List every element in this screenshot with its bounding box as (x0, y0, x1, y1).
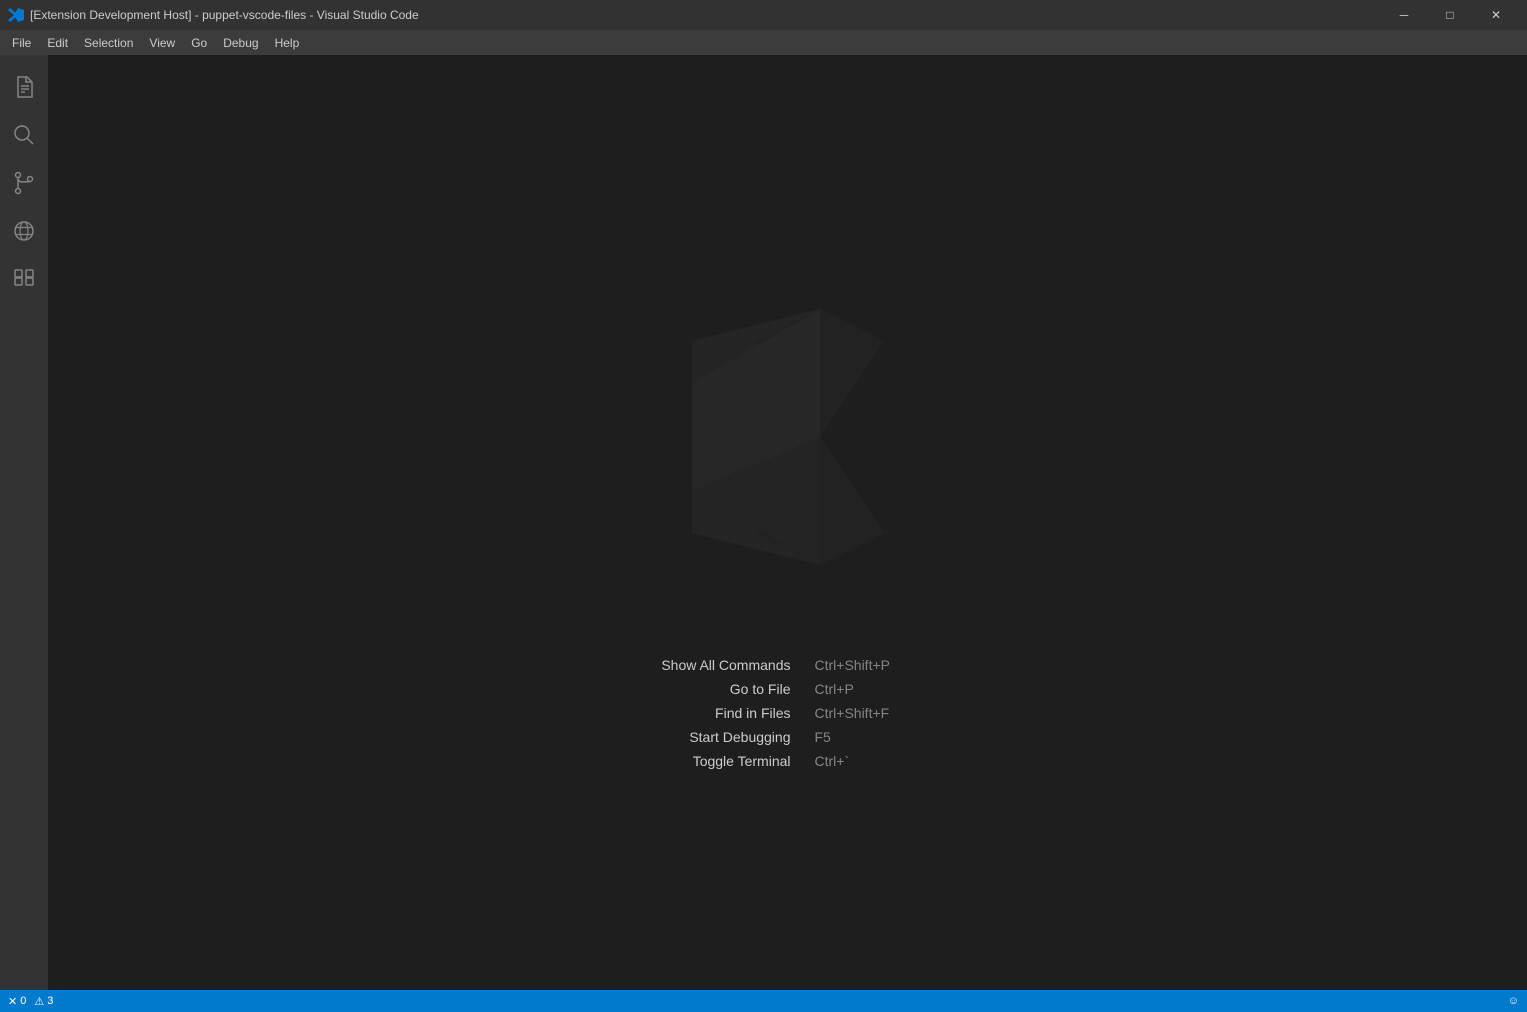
menu-item-selection[interactable]: Selection (76, 30, 141, 55)
files-icon[interactable] (0, 63, 48, 111)
menu-item-debug[interactable]: Debug (215, 30, 266, 55)
shortcut-row: Toggle Terminal Ctrl+` (631, 753, 945, 769)
errors-status[interactable]: ✕ 0 (8, 995, 26, 1008)
activity-bar (0, 55, 48, 990)
menu-item-file[interactable]: File (4, 30, 39, 55)
vscode-logo (628, 277, 948, 597)
warning-count: 3 (47, 995, 53, 1007)
editor-area: Show All Commands Ctrl+Shift+P Go to File C… (48, 55, 1527, 990)
shortcut-key: Ctrl+P (815, 681, 945, 697)
shortcut-key: Ctrl+Shift+P (815, 657, 945, 673)
shortcuts-list: Show All Commands Ctrl+Shift+P Go to File C… (631, 657, 945, 769)
status-bar: ✕ 0 ⚠ 3 ☺ (0, 990, 1527, 1012)
shortcut-key: F5 (815, 729, 945, 745)
main-area: Show All Commands Ctrl+Shift+P Go to File C… (0, 55, 1527, 990)
extensions-icon[interactable] (0, 255, 48, 303)
window-controls: ─ □ ✕ (1381, 0, 1519, 30)
shortcut-row: Start Debugging F5 (631, 729, 945, 745)
error-icon: ✕ (8, 995, 17, 1008)
source-control-icon[interactable] (0, 159, 48, 207)
shortcut-label: Toggle Terminal (631, 753, 791, 769)
maximize-button[interactable]: □ (1427, 0, 1473, 30)
warnings-status[interactable]: ⚠ 3 (34, 995, 53, 1008)
title-bar: [Extension Development Host] - puppet-vs… (0, 0, 1527, 30)
shortcut-row: Go to File Ctrl+P (631, 681, 945, 697)
vscode-title-icon (8, 7, 24, 23)
menu-item-edit[interactable]: Edit (39, 30, 76, 55)
warning-icon: ⚠ (34, 995, 44, 1008)
shortcut-row: Show All Commands Ctrl+Shift+P (631, 657, 945, 673)
minimize-button[interactable]: ─ (1381, 0, 1427, 30)
search-icon[interactable] (0, 111, 48, 159)
shortcut-label: Go to File (631, 681, 791, 697)
menu-item-view[interactable]: View (141, 30, 183, 55)
debug-icon[interactable] (0, 207, 48, 255)
shortcut-label: Start Debugging (631, 729, 791, 745)
shortcut-row: Find in Files Ctrl+Shift+F (631, 705, 945, 721)
menu-bar: FileEditSelectionViewGoDebugHelp (0, 30, 1527, 55)
shortcut-key: Ctrl+Shift+F (815, 705, 945, 721)
menu-item-go[interactable]: Go (183, 30, 215, 55)
shortcut-label: Show All Commands (631, 657, 791, 673)
window-title: [Extension Development Host] - puppet-vs… (30, 8, 1381, 22)
close-button[interactable]: ✕ (1473, 0, 1519, 30)
smiley-icon[interactable]: ☺ (1508, 995, 1519, 1007)
status-right: ☺ (1508, 995, 1519, 1007)
menu-item-help[interactable]: Help (267, 30, 308, 55)
error-count: 0 (20, 995, 26, 1007)
status-left: ✕ 0 ⚠ 3 (8, 995, 53, 1008)
shortcut-label: Find in Files (631, 705, 791, 721)
shortcut-key: Ctrl+` (815, 753, 945, 769)
